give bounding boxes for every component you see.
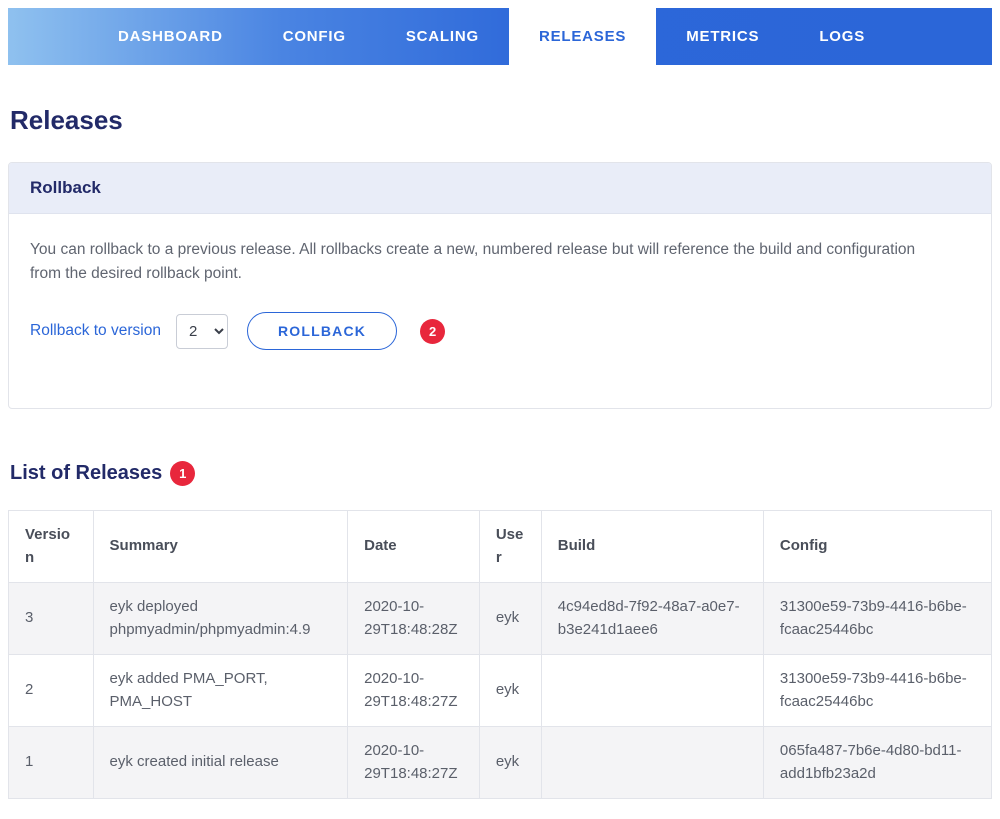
annotation-badge-2: 2: [420, 318, 446, 344]
column-header-date: Date: [347, 510, 480, 584]
nav-item-releases[interactable]: RELEASES: [508, 8, 657, 65]
releases-table-body: 3 eyk deployed phpmyadmin/phpmyadmin:4.9 2…: [8, 582, 993, 800]
nav-item-metrics[interactable]: METRICS: [656, 8, 789, 65]
table-row: 1 eyk created initial release 2020-10-29T1…: [8, 726, 993, 800]
releases-table-head: Version Summary Date User Build Config: [8, 510, 993, 584]
releases-heading-row: List of Releases 1: [10, 461, 990, 487]
cell-version: 3: [8, 582, 94, 656]
column-header-config: Config: [762, 510, 993, 584]
cell-version: 1: [8, 726, 94, 800]
nav-item-logs[interactable]: LOGS: [789, 8, 895, 65]
top-navbar: DASHBOARD CONFIG SCALING RELEASES METRIC…: [8, 8, 992, 65]
cell-build: [540, 654, 764, 728]
cell-summary: eyk created initial release: [92, 726, 349, 800]
column-header-user: User: [478, 510, 542, 584]
cell-config: 31300e59-73b9-4416-b6be-fcaac25446bc: [762, 654, 993, 728]
cell-user: eyk: [478, 582, 542, 656]
rollback-card-body: You can rollback to a previous release. …: [9, 214, 991, 408]
cell-build: [540, 726, 764, 800]
cell-summary: eyk deployed phpmyadmin/phpmyadmin:4.9: [92, 582, 349, 656]
annotation-badge-1: 1: [170, 461, 196, 487]
cell-summary: eyk added PMA_PORT, PMA_HOST: [92, 654, 349, 728]
cell-config: 065fa487-7b6e-4d80-bd11-add1bfb23a2d: [762, 726, 993, 800]
cell-date: 2020-10-29T18:48:28Z: [347, 582, 480, 656]
cell-build: 4c94ed8d-7f92-48a7-a0e7-b3e241d1aee6: [540, 582, 764, 656]
cell-date: 2020-10-29T18:48:27Z: [347, 726, 480, 800]
cell-date: 2020-10-29T18:48:27Z: [347, 654, 480, 728]
column-header-build: Build: [540, 510, 764, 584]
rollback-description: You can rollback to a previous release. …: [30, 241, 916, 283]
rollback-card: Rollback You can rollback to a previous …: [8, 162, 992, 410]
releases-table: Version Summary Date User Build Config 3…: [8, 510, 993, 800]
table-row: 3 eyk deployed phpmyadmin/phpmyadmin:4.9 2…: [8, 582, 993, 656]
rollback-version-label: Rollback to version: [30, 322, 161, 340]
rollback-button[interactable]: ROLLBACK: [246, 312, 398, 351]
cell-user: eyk: [478, 726, 542, 800]
rollback-controls: Rollback to version 2 ROLLBACK 2: [30, 312, 970, 351]
nav-item-config[interactable]: CONFIG: [253, 8, 376, 65]
column-header-version: Version: [8, 510, 94, 584]
table-row: 2 eyk added PMA_PORT, PMA_HOST 2020-10-29T…: [8, 654, 993, 728]
cell-version: 2: [8, 654, 94, 728]
rollback-version-select[interactable]: 2: [175, 313, 228, 349]
nav-item-dashboard[interactable]: DASHBOARD: [88, 8, 253, 65]
cell-user: eyk: [478, 654, 542, 728]
rollback-card-header: Rollback: [9, 163, 991, 214]
releases-heading: List of Releases: [10, 462, 163, 485]
page-title: Releases: [10, 105, 123, 135]
nav-item-scaling[interactable]: SCALING: [376, 8, 509, 65]
table-header-row: Version Summary Date User Build Config: [8, 510, 993, 584]
column-header-summary: Summary: [92, 510, 349, 584]
cell-config: 31300e59-73b9-4416-b6be-fcaac25446bc: [762, 582, 993, 656]
